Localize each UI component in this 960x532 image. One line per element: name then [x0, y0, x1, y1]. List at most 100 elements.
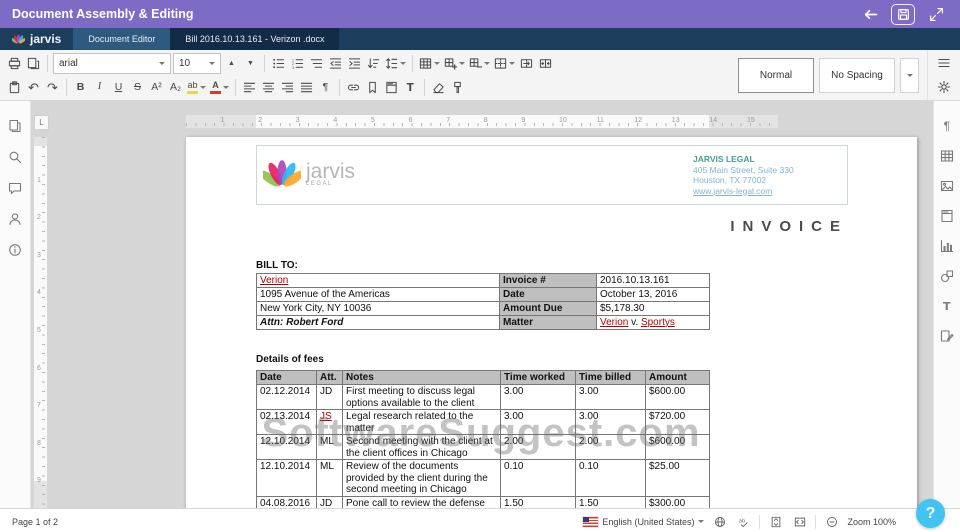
set-language-button[interactable]: [711, 513, 728, 530]
search-button[interactable]: [6, 148, 24, 166]
copy-button[interactable]: [24, 53, 43, 73]
line-spacing-button[interactable]: [383, 53, 408, 73]
comments-button[interactable]: [6, 179, 24, 197]
underline-button[interactable]: U: [109, 77, 128, 97]
align-right-button[interactable]: [278, 77, 297, 97]
fullscreen-button[interactable]: [924, 3, 948, 25]
bullet-list-button[interactable]: [269, 53, 288, 73]
view-settings-button[interactable]: [935, 53, 954, 73]
col-att: Att.: [316, 370, 343, 385]
amount-due-value: $5,178.30: [596, 301, 710, 316]
paragraph-settings-button[interactable]: ¶: [938, 117, 956, 135]
insert-cells-button[interactable]: [442, 53, 467, 73]
style-no-spacing[interactable]: No Spacing: [819, 57, 895, 93]
paste-button[interactable]: [5, 77, 24, 97]
redo-button[interactable]: ↷: [43, 77, 62, 97]
mail-merge-settings-button[interactable]: [938, 327, 956, 345]
align-left-button[interactable]: [240, 77, 259, 97]
chevron-down-icon: [400, 61, 406, 65]
matter-link-1[interactable]: Verion: [600, 317, 628, 328]
text-art-button[interactable]: [401, 77, 420, 97]
fit-width-button[interactable]: [791, 513, 808, 530]
horizontal-ruler: 1 2 3 4 5 6 7 8 9 10 11 12 13 14 15: [186, 115, 778, 128]
att-link[interactable]: JS: [320, 411, 332, 422]
styles-dropdown-button[interactable]: [900, 57, 919, 93]
page-title: Document Assembly & Editing: [12, 7, 194, 21]
chevron-down-icon: [209, 61, 215, 65]
about-button[interactable]: [6, 241, 24, 259]
insert-table-button[interactable]: [417, 53, 442, 73]
copy-style-button[interactable]: [448, 77, 467, 97]
back-arrow-icon: [863, 7, 878, 22]
matter-link-2[interactable]: Sportys: [641, 317, 675, 328]
fit-page-button[interactable]: [767, 513, 784, 530]
image-icon: [940, 179, 954, 193]
navigation-button[interactable]: [6, 117, 24, 135]
chart-settings-button[interactable]: [938, 237, 956, 255]
sort-button[interactable]: [364, 53, 383, 73]
subscript-button[interactable]: A₂: [166, 77, 185, 97]
numbered-list-button[interactable]: [288, 53, 307, 73]
image-settings-button[interactable]: [938, 177, 956, 195]
client-link[interactable]: Verion: [260, 275, 288, 286]
bold-button[interactable]: B: [71, 77, 90, 97]
spellcheck-button[interactable]: [735, 513, 752, 530]
font-color-button[interactable]: A: [208, 77, 231, 97]
header-footer-button[interactable]: [382, 77, 401, 97]
tab-document-editor[interactable]: Document Editor: [73, 28, 171, 50]
user-icon: [8, 212, 22, 226]
highlight-color-button[interactable]: ab: [185, 77, 208, 97]
shape-settings-button[interactable]: [938, 267, 956, 285]
separator: [235, 78, 236, 96]
document-page[interactable]: jarvis LEGAL JARVIS LEGAL 405 Main Stree…: [186, 137, 917, 508]
text-art-settings-button[interactable]: [938, 297, 956, 315]
fee-row: 02.12.2014 JD First meeting to discuss l…: [256, 384, 710, 410]
bookmark-button[interactable]: [363, 77, 382, 97]
tab-stop-selector[interactable]: L: [34, 115, 49, 130]
tab-open-document[interactable]: Bill 2016.10.13.161 - Verizon .docx: [170, 28, 340, 50]
merge-cells-button[interactable]: [517, 53, 536, 73]
align-justify-button[interactable]: [297, 77, 316, 97]
eraser-icon: [432, 81, 445, 94]
help-button[interactable]: ?: [916, 499, 945, 528]
settings-button[interactable]: [935, 77, 954, 97]
firm-website-link[interactable]: www.jarvis-legal.com: [693, 186, 772, 197]
back-button[interactable]: [858, 3, 882, 25]
save-button[interactable]: [891, 3, 915, 25]
align-center-button[interactable]: [259, 77, 278, 97]
undo-button[interactable]: ↶: [24, 77, 43, 97]
borders-button[interactable]: [492, 53, 517, 73]
fit-page-icon: [770, 516, 782, 528]
increase-indent-button[interactable]: [345, 53, 364, 73]
logo-words: jarvis LEGAL: [306, 161, 355, 188]
chevron-down-icon: [484, 61, 490, 65]
table-settings-button[interactable]: [938, 147, 956, 165]
font-size-select[interactable]: 10: [173, 52, 221, 74]
info-icon: [8, 243, 22, 257]
font-family-select[interactable]: arial: [53, 52, 171, 74]
amount-due-label: Amount Due: [499, 301, 597, 316]
superscript-button[interactable]: A²: [147, 77, 166, 97]
comment-icon: [8, 181, 22, 195]
table-row: 1095 Avenue of the Americas Date October…: [256, 287, 710, 302]
chat-button[interactable]: [6, 210, 24, 228]
delete-cells-button[interactable]: [467, 53, 492, 73]
shrink-font-button[interactable]: ▼: [241, 53, 260, 73]
fee-row: 04.08.2016 JD Pone call to review the de…: [256, 495, 710, 508]
hyperlink-button[interactable]: [344, 77, 363, 97]
style-normal[interactable]: Normal: [738, 57, 814, 93]
decrease-indent-button[interactable]: [326, 53, 345, 73]
italic-button[interactable]: I: [90, 77, 109, 97]
print-button[interactable]: [5, 53, 24, 73]
font-color-icon: A: [210, 80, 221, 94]
grow-font-button[interactable]: ▲: [222, 53, 241, 73]
language-button[interactable]: English (United States): [582, 515, 705, 528]
multilevel-list-button[interactable]: [307, 53, 326, 73]
show-paragraph-marks-button[interactable]: ¶: [316, 77, 335, 97]
header-footer-settings-button[interactable]: [938, 207, 956, 225]
clear-style-button[interactable]: [429, 77, 448, 97]
fullscreen-icon: [929, 7, 944, 22]
zoom-out-button[interactable]: [823, 513, 840, 530]
strikethrough-button[interactable]: S: [128, 77, 147, 97]
split-cells-button[interactable]: [536, 53, 555, 73]
